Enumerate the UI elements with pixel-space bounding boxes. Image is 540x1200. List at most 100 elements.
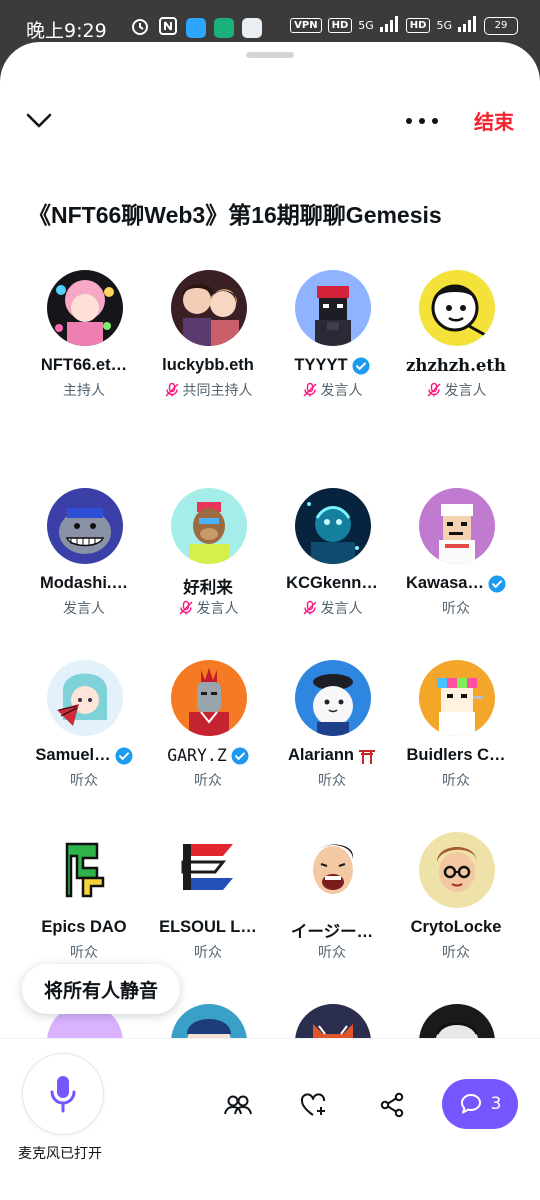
participant-name: イージー… (290, 923, 374, 941)
avatar (295, 488, 371, 564)
avatar (419, 832, 495, 908)
participant-card[interactable]: GARY.Z 听众 (146, 660, 270, 830)
participant-role: 发言人 (196, 601, 239, 617)
participant-role: 发言人 (320, 383, 363, 399)
participant-name: CrytoLocke (410, 918, 502, 936)
participant-card[interactable]: イージー… 听众 (270, 832, 394, 1002)
participant-role: 发言人 (444, 383, 487, 399)
participant-name: KCGkenn… (286, 574, 378, 592)
heart-plus-icon (300, 1093, 326, 1116)
microphone-button[interactable] (22, 1053, 104, 1135)
participant-name: Alariann (287, 746, 355, 764)
vpn-badge: VPN (290, 18, 322, 33)
participant-name: TYYYT (294, 356, 348, 374)
battery-icon: 29 (484, 16, 518, 35)
avatar (47, 270, 123, 346)
verified-badge-icon (352, 357, 370, 374)
people-icon (224, 1095, 252, 1115)
participant-card[interactable]: luckybb.eth 共同主持人 (146, 270, 270, 440)
participant-card[interactable]: Modashi.… 发言人 (22, 488, 146, 658)
share-button[interactable] (376, 1089, 408, 1121)
avatar (295, 832, 371, 908)
space-sheet: 结束 《NFT66聊Web3》第16期聊聊Gemesis NFT66.et… 主… (0, 42, 540, 1200)
end-space-button[interactable]: 结束 (474, 106, 514, 135)
alarm-icon (130, 16, 150, 40)
avatar (419, 488, 495, 564)
avatar (295, 270, 371, 346)
verified-badge-icon (488, 575, 506, 592)
mic-muted-icon (179, 600, 192, 615)
participant-role: 听众 (318, 945, 346, 961)
participant-role: 听众 (194, 773, 222, 789)
mic-muted-icon (427, 382, 440, 397)
mic-muted-icon (303, 600, 316, 615)
chevron-down-icon (26, 113, 52, 128)
participant-name: zhzhzh.eth (406, 356, 506, 375)
hd-badge: HD (327, 18, 353, 33)
more-options-button[interactable] (402, 106, 442, 136)
verified-badge-icon (231, 747, 249, 764)
participant-role: 共同主持人 (182, 383, 253, 399)
participant-name: NFT66.et… (40, 356, 128, 374)
participant-name: Buidlers C… (406, 746, 506, 764)
space-title: 《NFT66聊Web3》第16期聊聊Gemesis (28, 202, 442, 228)
verified-badge-icon (115, 747, 133, 764)
collapse-button[interactable] (22, 104, 56, 138)
drag-handle[interactable] (246, 52, 294, 58)
mute-all-button[interactable]: 将所有人静音 (22, 964, 181, 1014)
chat-bubble-icon (460, 1094, 481, 1114)
participant-role: 发言人 (63, 601, 105, 617)
participant-role: 听众 (442, 773, 470, 789)
participant-card[interactable]: TYYYT 发言人 (270, 270, 394, 440)
participant-role: 听众 (442, 601, 470, 617)
participant-card[interactable]: CrytoLocke 听众 (394, 832, 518, 1002)
participant-role: 听众 (194, 945, 222, 961)
participant-role: 听众 (318, 773, 346, 789)
mic-muted-icon (165, 382, 178, 397)
avatar (47, 832, 123, 908)
bottom-action-bar: 麦克风已打开 3 (0, 1038, 540, 1200)
participant-card[interactable]: KCGkenn… 发言人 (270, 488, 394, 658)
participant-name: Samuel… (35, 746, 111, 764)
avatar (171, 488, 247, 564)
participant-card[interactable]: zhzhzh.eth 发言人 (394, 270, 518, 440)
participant-card[interactable]: Alariann 听众 (270, 660, 394, 830)
participants-button[interactable] (222, 1089, 254, 1121)
participant-card[interactable]: Samuel… 听众 (22, 660, 146, 830)
space-header: 结束 (0, 102, 540, 142)
net-type-label-2: 5G (436, 19, 452, 32)
react-button[interactable] (298, 1089, 330, 1121)
share-icon (380, 1092, 404, 1118)
signal-icon-2 (458, 16, 478, 35)
hd-badge-2: HD (405, 18, 431, 33)
participant-card[interactable]: NFT66.et… 主持人 (22, 270, 146, 440)
comments-button[interactable]: 3 (442, 1079, 518, 1129)
comment-count: 3 (490, 1094, 502, 1114)
torii-gate-icon (359, 749, 376, 764)
participant-role: 听众 (442, 945, 470, 961)
status-time: 晚上9:29 (26, 20, 107, 42)
mic-muted-icon (303, 382, 316, 397)
shield-app-icon (214, 18, 234, 38)
status-right: VPN HD 5G HD 5G 29 (290, 16, 518, 35)
participant-name: luckybb.eth (162, 356, 254, 374)
battery-level: 29 (494, 20, 508, 31)
participant-role: 听众 (70, 773, 98, 789)
participant-role: 听众 (70, 945, 98, 961)
microphone-icon (50, 1076, 76, 1113)
participant-name: Modashi.… (39, 574, 128, 592)
more-dots-icon (406, 118, 412, 124)
participant-name: ELSOUL L… (159, 918, 257, 936)
participant-card[interactable]: Kawasa… 听众 (394, 488, 518, 658)
nfc-icon (158, 16, 178, 40)
avatar (171, 270, 247, 346)
avatar (171, 832, 247, 908)
avatar (47, 488, 123, 564)
participant-card[interactable]: Buidlers C… 听众 (394, 660, 518, 830)
participant-role: 主持人 (63, 383, 105, 399)
participant-name: 好利来 (183, 579, 233, 597)
participant-name: Kawasa… (406, 574, 484, 592)
avatar (419, 660, 495, 736)
signal-icon (379, 16, 400, 35)
participant-card[interactable]: 好利来 发言人 (146, 488, 270, 658)
